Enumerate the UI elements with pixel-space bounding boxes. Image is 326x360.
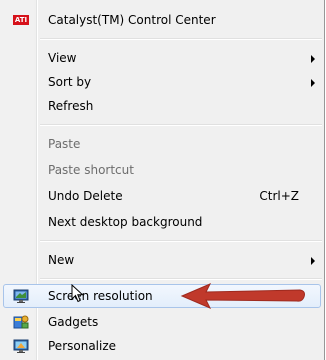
menu-item-paste-shortcut: Paste shortcut — [3, 158, 321, 182]
menu-item-label: View — [48, 51, 77, 65]
gadgets-icon — [13, 315, 29, 329]
ati-logo-icon: ATI — [13, 15, 29, 25]
submenu-arrow-icon — [311, 257, 315, 265]
menu-item-label: Next desktop background — [48, 215, 203, 229]
menu-item-refresh[interactable]: Refresh — [3, 94, 321, 118]
menu-item-next-desktop-background[interactable]: Next desktop background — [3, 210, 321, 234]
menu-separator — [40, 124, 322, 126]
menu-item-undo-delete[interactable]: Undo Delete Ctrl+Z — [3, 184, 321, 208]
menu-separator — [40, 278, 322, 280]
menu-item-label: Paste — [48, 137, 81, 151]
submenu-arrow-icon — [311, 55, 315, 63]
menu-item-catalyst-control-center[interactable]: ATI Catalyst(TM) Control Center — [3, 8, 321, 32]
menu-item-label: Catalyst(TM) Control Center — [48, 13, 216, 27]
menu-item-gadgets[interactable]: Gadgets — [3, 310, 321, 334]
menu-item-label: Refresh — [48, 99, 94, 113]
menu-item-label: Undo Delete — [48, 189, 123, 203]
submenu-arrow-icon — [311, 79, 315, 87]
menu-item-sort-by[interactable]: Sort by — [3, 70, 321, 94]
menu-item-label: Sort by — [48, 75, 92, 89]
personalize-icon — [13, 339, 29, 353]
mouse-cursor-icon — [71, 284, 84, 303]
annotation-arrow-icon — [180, 283, 305, 309]
menu-item-label: New — [48, 253, 75, 267]
menu-item-personalize[interactable]: Personalize — [3, 334, 321, 358]
keyboard-shortcut: Ctrl+Z — [259, 189, 299, 203]
menu-separator — [40, 240, 322, 242]
menu-item-view[interactable]: View — [3, 46, 321, 70]
menu-item-new[interactable]: New — [3, 248, 321, 272]
menu-item-label: Screen resolution — [48, 289, 153, 303]
menu-separator — [40, 38, 322, 40]
menu-item-label: Personalize — [48, 339, 117, 353]
menu-item-label: Gadgets — [48, 315, 99, 329]
menu-item-label: Paste shortcut — [48, 163, 134, 177]
screen-resolution-icon — [13, 289, 29, 303]
menu-item-paste: Paste — [3, 132, 321, 156]
